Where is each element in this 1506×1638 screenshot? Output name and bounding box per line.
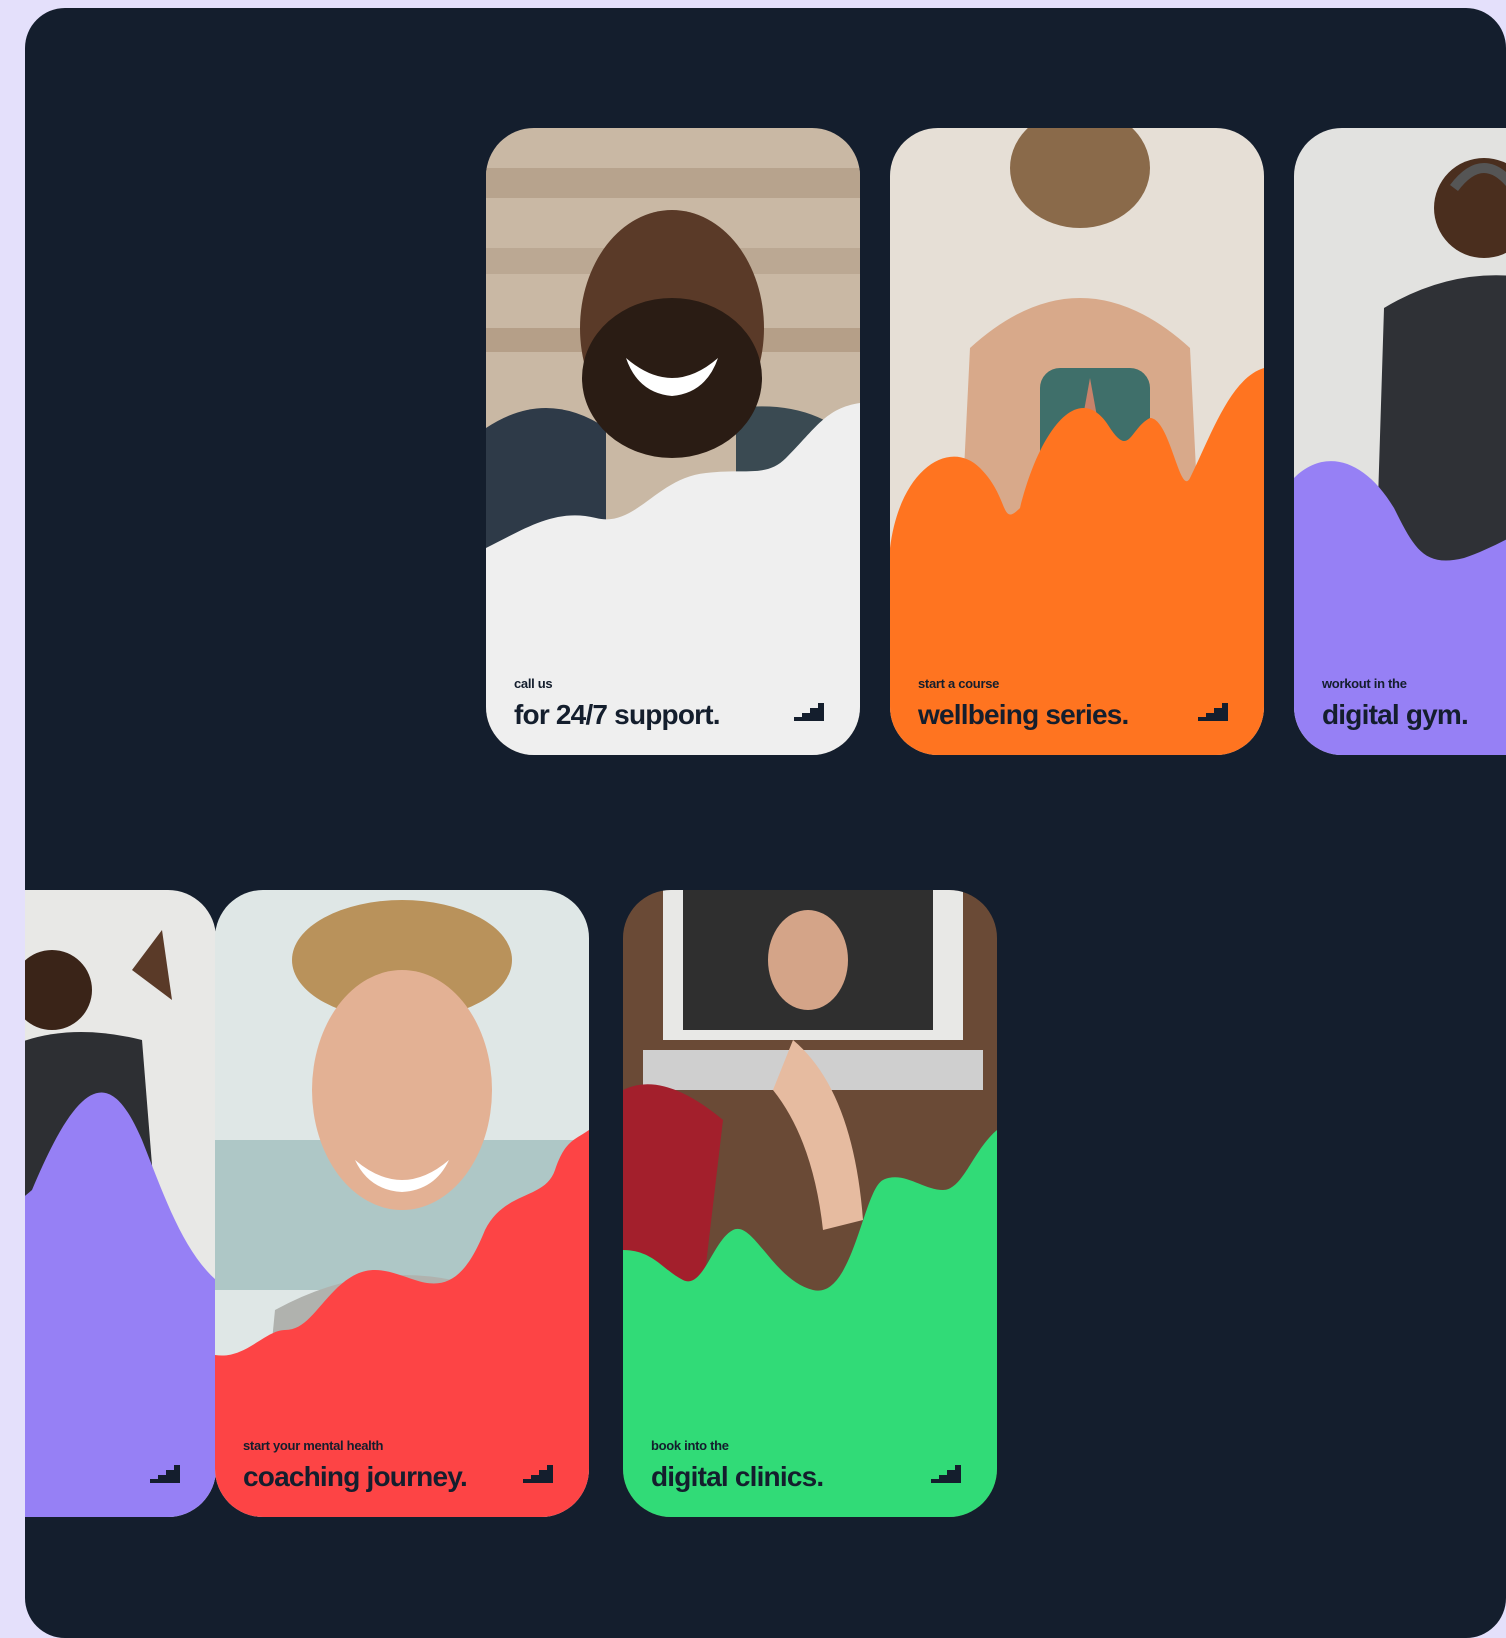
- stairs-logo-icon: [794, 703, 824, 721]
- wave-overlay: [890, 368, 1264, 755]
- wave-overlay: [623, 1130, 997, 1517]
- card-eyebrow: call us: [514, 676, 553, 691]
- card-gym[interactable]: workout in the digital gym.: [1294, 128, 1506, 755]
- card-eyebrow: start your mental health: [243, 1438, 384, 1453]
- stairs-logo-icon: [523, 1465, 553, 1483]
- card-headline: for 24/7 support.: [514, 699, 721, 730]
- wave-overlay: [1294, 461, 1506, 755]
- stairs-logo-icon: [150, 1465, 180, 1483]
- wave-overlay: [215, 1130, 589, 1517]
- card-headline: coaching journey.: [243, 1461, 468, 1492]
- card-gym-second[interactable]: [25, 890, 216, 1517]
- card-eyebrow: book into the: [651, 1438, 729, 1453]
- card-coaching[interactable]: start your mental health coaching journe…: [215, 890, 589, 1517]
- card-headline: digital gym.: [1322, 699, 1469, 730]
- card-headline: wellbeing series.: [918, 699, 1129, 730]
- stairs-logo-icon: [931, 1465, 961, 1483]
- card-wellbeing[interactable]: start a course wellbeing series.: [890, 128, 1264, 755]
- card-eyebrow: start a course: [918, 676, 1000, 691]
- showcase-canvas: call us for 24/7 support. start a course…: [25, 8, 1506, 1638]
- wave-overlay: [486, 403, 860, 755]
- card-support[interactable]: call us for 24/7 support.: [486, 128, 860, 755]
- card-clinics[interactable]: book into the digital clinics.: [623, 890, 997, 1517]
- card-headline: digital clinics.: [651, 1461, 824, 1492]
- stairs-logo-icon: [1198, 703, 1228, 721]
- wave-overlay: [25, 1092, 216, 1517]
- card-eyebrow: workout in the: [1322, 676, 1407, 691]
